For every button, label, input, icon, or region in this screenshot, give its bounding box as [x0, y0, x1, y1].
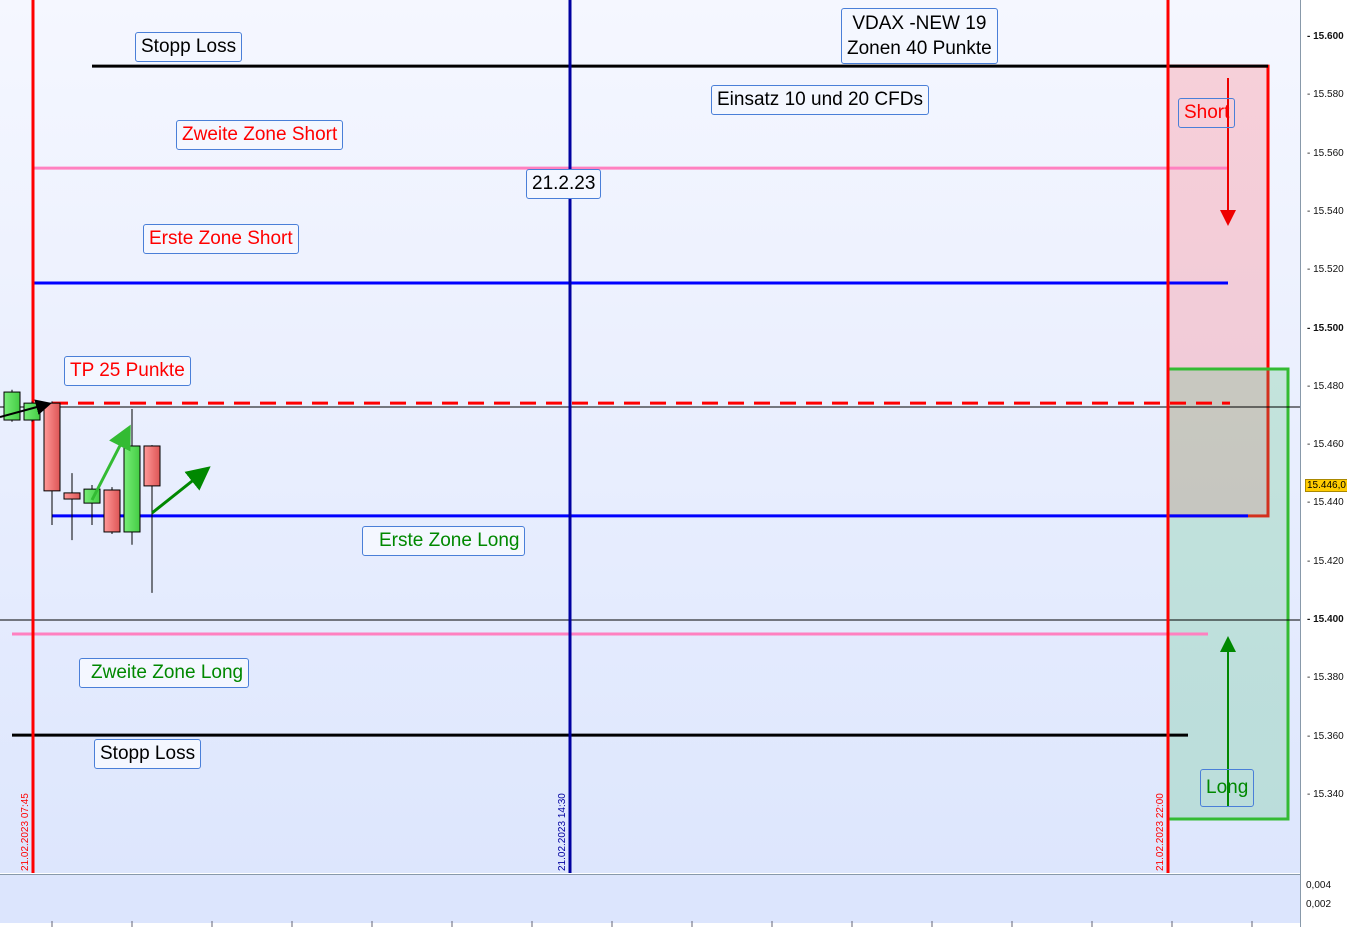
candle-body [63, 492, 81, 500]
y-tick-label: - 15.520 [1307, 264, 1344, 276]
price-axis[interactable]: - 15.600 - 15.580 - 15.560 - 15.540 - 15.520… [1300, 0, 1347, 927]
erste-zone-short-label: Erste Zone Short [143, 224, 299, 254]
y-tick-label: - 15.500 [1307, 322, 1344, 334]
candle-body [143, 445, 161, 487]
stopp-loss-bottom-label: Stopp Loss [94, 739, 202, 769]
vertical-line-date-label: 21.02.2023 14:30 [557, 793, 568, 871]
candle-body [103, 489, 121, 533]
sub-tick: 0,002 [1306, 899, 1332, 910]
candle-body [43, 402, 61, 492]
y-tick-label: - 15.360 [1307, 730, 1344, 742]
sub-tick: 0,004 [1306, 880, 1332, 891]
y-tick-label: - 15.420 [1307, 555, 1344, 567]
date-label: 21.2.23 [526, 169, 602, 199]
current-price-badge: 15.446,0 [1305, 478, 1347, 492]
short-label: Short [1178, 98, 1236, 128]
y-tick-label: - 15.340 [1307, 788, 1344, 800]
einsatz-label: Einsatz 10 und 20 CFDs [711, 85, 929, 115]
zweite-zone-long-label: Zweite Zone Long [79, 658, 250, 688]
vdax-line1: VDAX -NEW 19 [852, 13, 987, 34]
y-tick-label: - 15.460 [1307, 439, 1344, 451]
candle-body [123, 445, 141, 533]
tp-label: TP 25 Punkte [64, 356, 191, 386]
erste-zone-long-label: Erste Zone Long [362, 526, 526, 556]
y-tick-label: - 15.540 [1307, 205, 1344, 217]
candle-body [23, 402, 41, 421]
y-tick-label: - 15.560 [1307, 147, 1344, 159]
vertical-line-date-label: 21.02.2023 07:45 [20, 793, 31, 871]
vdax-label: VDAX -NEW 19 Zonen 40 Punkte [841, 8, 998, 64]
long-label: Long [1200, 769, 1255, 807]
y-tick-label: - 15.580 [1307, 89, 1344, 101]
y-tick-label: - 15.380 [1307, 672, 1344, 684]
y-tick-label: - 15.400 [1307, 614, 1344, 625]
y-tick-label: - 15.600 [1307, 31, 1344, 42]
vdax-line2: Zonen 40 Punkte [847, 38, 992, 59]
zweite-zone-short-label: Zweite Zone Short [176, 120, 344, 150]
vertical-line-date-label: 21.02.2023 22:00 [1155, 793, 1166, 871]
y-tick-label: - 15.440 [1307, 497, 1344, 509]
stopp-loss-top-label: Stopp Loss [135, 32, 243, 62]
y-tick-label: - 15.480 [1307, 380, 1344, 392]
